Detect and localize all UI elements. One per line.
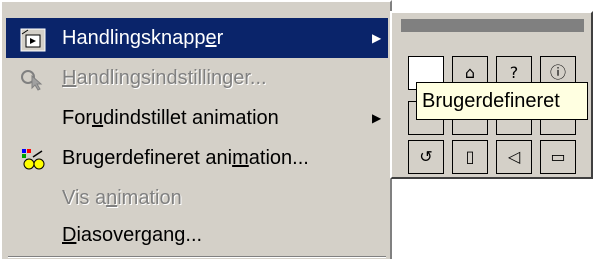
menu-item-handlingsindstillinger: Handlingsindstillinger... — [6, 58, 388, 98]
menu-item-label: Diasovergang... — [62, 224, 203, 246]
submenu-arrow-icon: ▶ — [372, 31, 382, 45]
information-icon: ⓘ — [549, 63, 566, 82]
return-button[interactable]: ↺ — [408, 140, 444, 174]
movie-button[interactable]: ▭ — [540, 140, 576, 174]
menu-separator — [8, 256, 386, 258]
movie-icon: ▭ — [550, 147, 566, 166]
document-button[interactable]: ▯ — [452, 140, 488, 174]
context-menu: Handlingsknapper ▶ Handlingsindstillinge… — [0, 0, 392, 259]
pointer-action-icon — [20, 66, 46, 91]
submenu-arrow-icon: ▶ — [372, 111, 382, 125]
toolbar-title-bar[interactable] — [401, 19, 584, 32]
custom-animation-icon — [20, 146, 46, 170]
sound-icon: ◁ — [507, 147, 521, 166]
sound-button[interactable]: ◁ — [496, 140, 532, 174]
document-icon: ▯ — [465, 147, 475, 166]
menu-item-vis-animation: Vis animation — [6, 178, 388, 218]
menu-item-label: Vis animation — [62, 187, 182, 209]
menu-item-handlingsknapper[interactable]: Handlingsknapper ▶ — [6, 18, 388, 58]
tooltip: Brugerdefineret — [416, 82, 588, 120]
menu-item-brugerdefineret-animation[interactable]: Brugerdefineret animation... — [6, 138, 388, 178]
action-buttons-icon — [20, 26, 46, 52]
menu-item-label: Handlingsindstillinger... — [62, 67, 267, 89]
help-icon: ? — [509, 63, 519, 82]
menu-item-diasovergang[interactable]: Diasovergang... — [6, 215, 388, 255]
menu-item-label: Forudindstillet animation — [62, 107, 279, 129]
menu-item-label: Handlingsknapper — [62, 27, 224, 49]
return-icon: ↺ — [419, 147, 433, 166]
home-icon: ⌂ — [464, 63, 476, 82]
menu-item-forudindstillet-animation[interactable]: Forudindstillet animation ▶ — [6, 98, 388, 138]
menu-item-label: Brugerdefineret animation... — [62, 147, 309, 169]
